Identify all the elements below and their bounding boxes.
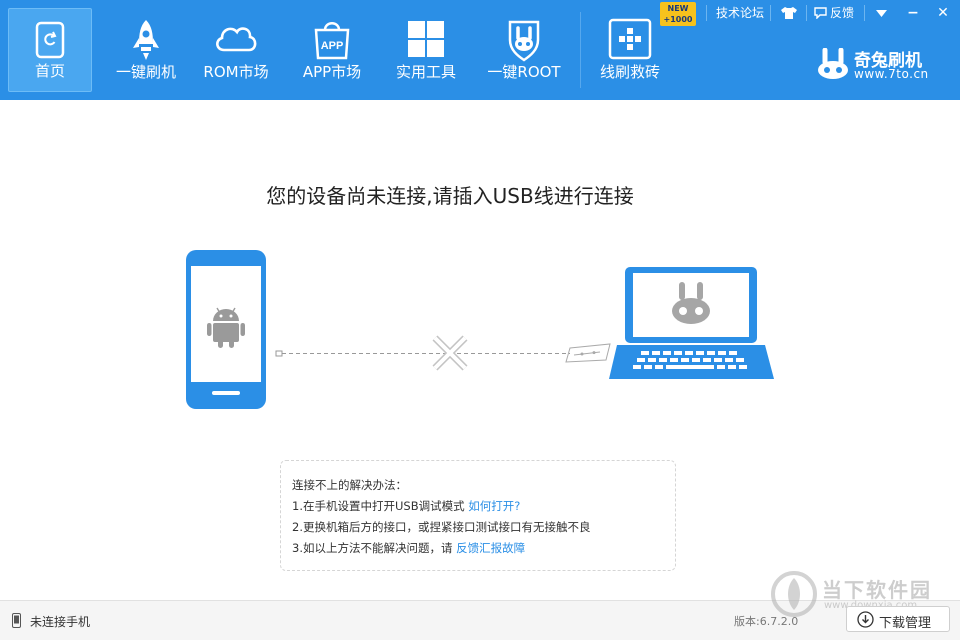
device-status-text: 未连接手机 [30,615,91,629]
nav-label-one-key-flash: 一键刷机 [115,63,176,81]
usb-cable-illustration [275,335,611,371]
rocket-icon [133,20,159,60]
download-icon [857,611,874,628]
troubleshooting-tips: 连接不上的解决办法： 1.在手机设置中打开USB调试模式 如何打开? 2.更换机… [280,460,676,571]
phone-illustration [186,250,266,409]
brand-url: www.7to.cn [854,67,929,81]
top-divider [864,5,865,21]
nav-label-rom-market: ROM市场 [203,63,269,81]
forum-link[interactable]: 技术论坛 [716,3,764,23]
nav-item-home[interactable]: 首页 [8,8,92,92]
rabbit-shield-icon [508,20,540,62]
download-manager-label: 下载管理 [879,616,932,631]
tip-item-1: 1.在手机设置中打开USB调试模式 如何打开? [292,496,675,517]
tshirt-icon[interactable] [780,6,798,20]
nav-label-wire-flash-rescue: 线刷救砖 [599,63,660,81]
nav-label-app-market: APP市场 [302,63,362,81]
brand-logo: 奇兔刷机 www.7to.cn [816,46,956,86]
how-to-enable-link[interactable]: 如何打开? [468,499,520,513]
refresh-icon [35,21,65,59]
app-bag-icon-text: APP [321,40,344,52]
new-badge: NEW +1000 [660,2,696,26]
menu-dropdown-button[interactable] [866,0,896,26]
top-divider [806,5,807,21]
nav-label-one-key-root: 一键ROOT [487,63,561,81]
rabbit-logo-icon [818,48,848,79]
feedback-link[interactable]: 反馈 [830,3,854,23]
tip-item-3: 3.如以上方法不能解决问题，请 反馈汇报故障 [292,538,675,559]
close-button[interactable]: ✕ [928,0,958,26]
tip-item-1-text: 1.在手机设置中打开USB调试模式 [292,499,469,513]
nav-item-utility-tools[interactable]: 实用工具 [384,8,468,92]
nav-label-home: 首页 [34,62,65,80]
new-badge-line1: NEW [667,4,689,13]
cross-icon [608,18,652,60]
laptop-illustration [609,267,774,379]
nav-item-rom-market[interactable]: ROM市场 [194,8,278,92]
phone-status-icon [12,613,21,628]
top-divider [706,5,707,21]
top-nav-bar: 首页 一键刷机 ROM市场 APP APP市场 实用工具 一键ROOT 线刷救砖… [0,0,960,100]
nav-label-utility-tools: 实用工具 [395,63,456,81]
grid-icon [408,21,444,57]
nav-item-one-key-root[interactable]: 一键ROOT [482,8,566,92]
app-bag-icon: APP [314,22,350,60]
usb-plug-icon [565,343,611,363]
cloud-icon [216,27,257,52]
tip-item-2: 2.更换机箱后方的接口，或捏紧接口测试接口有无接触不良 [292,520,591,534]
top-divider [770,5,771,21]
report-issue-link[interactable]: 反馈汇报故障 [456,541,525,555]
connection-headline: 您的设备尚未连接,请插入USB线进行连接 [266,184,634,208]
chevron-down-icon [876,10,887,17]
minimize-button[interactable]: − [898,0,928,26]
watermark-logo-icon [771,571,817,617]
nav-item-one-key-flash[interactable]: 一键刷机 [104,8,188,92]
watermark-text: 当下软件园 [822,578,932,602]
download-manager-button[interactable]: 下载管理 [846,606,950,632]
tips-title: 连接不上的解决办法： [292,478,407,492]
nav-divider [580,12,581,88]
nav-item-app-market[interactable]: APP APP市场 [290,8,374,92]
tip-item-3-text: 3.如以上方法不能解决问题，请 [292,541,457,555]
new-badge-line2: +1000 [663,15,693,24]
chat-bubble-icon[interactable] [814,7,827,19]
